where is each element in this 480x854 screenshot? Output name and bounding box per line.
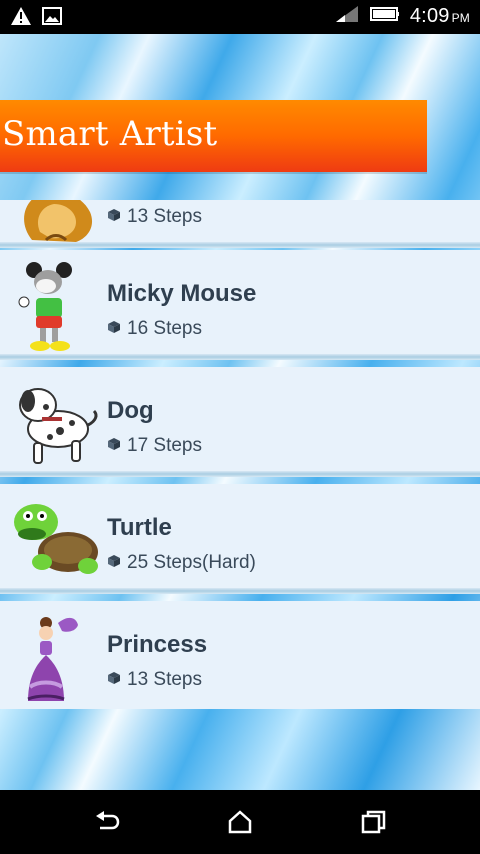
home-icon[interactable] xyxy=(226,810,254,834)
row-divider xyxy=(0,471,480,477)
app-title: Smart Artist xyxy=(2,114,218,154)
steps-text: 17 Steps xyxy=(127,435,202,456)
image-icon xyxy=(42,7,62,30)
item-steps: 13 Steps xyxy=(107,669,202,691)
status-time: 4:09 PM xyxy=(410,5,470,28)
steps-text: 16 Steps xyxy=(127,318,202,339)
row-divider xyxy=(0,242,480,248)
steps-text: 13 Steps xyxy=(127,669,202,690)
row-divider xyxy=(0,588,480,594)
dog-icon xyxy=(6,377,102,473)
item-title: Micky Mouse xyxy=(107,280,257,307)
title-banner: Smart Artist xyxy=(0,100,427,172)
item-title: Princess xyxy=(107,631,208,658)
item-title: Turtle xyxy=(107,514,172,541)
item-steps: 17 Steps xyxy=(107,435,202,457)
cube-icon xyxy=(107,318,121,340)
status-left xyxy=(10,6,62,31)
row-divider xyxy=(0,354,480,360)
status-bar: 4:09 PM xyxy=(0,0,480,34)
list-item[interactable]: Micky Mouse 16 Steps xyxy=(0,250,480,360)
cube-icon xyxy=(107,435,121,457)
status-right: 4:09 PM xyxy=(334,4,470,29)
lion-icon xyxy=(6,200,102,244)
signal-icon xyxy=(334,4,360,29)
recents-icon[interactable] xyxy=(360,810,388,834)
item-steps: 16 Steps xyxy=(107,318,202,340)
item-title: Dog xyxy=(107,397,154,424)
steps-text: 25 Steps(Hard) xyxy=(127,552,256,573)
turtle-icon xyxy=(6,494,102,590)
list-item[interactable]: 13 Steps xyxy=(0,200,480,248)
cube-icon xyxy=(107,669,121,691)
cube-icon xyxy=(107,206,121,228)
list-item[interactable]: Princess 13 Steps xyxy=(0,601,480,709)
drawing-list[interactable]: 13 Steps Micky Mouse 16 Steps Dog 17 Ste… xyxy=(0,200,480,710)
app-screen: Smart Artist 13 Steps Micky Mouse 16 Ste… xyxy=(0,34,480,790)
ampm-text: PM xyxy=(451,11,470,25)
cube-icon xyxy=(107,552,121,574)
list-item[interactable]: Turtle 25 Steps(Hard) xyxy=(0,484,480,594)
warning-icon xyxy=(10,6,32,31)
princess-icon xyxy=(6,611,102,707)
list-item[interactable]: Dog 17 Steps xyxy=(0,367,480,477)
back-icon[interactable] xyxy=(94,810,122,834)
steps-text: 13 Steps xyxy=(127,206,202,227)
item-steps: 13 Steps xyxy=(107,206,202,228)
time-text: 4:09 xyxy=(409,5,450,27)
navigation-bar xyxy=(0,790,480,854)
micky-mouse-icon xyxy=(6,260,102,356)
item-steps: 25 Steps(Hard) xyxy=(107,552,256,574)
battery-icon xyxy=(369,5,400,28)
